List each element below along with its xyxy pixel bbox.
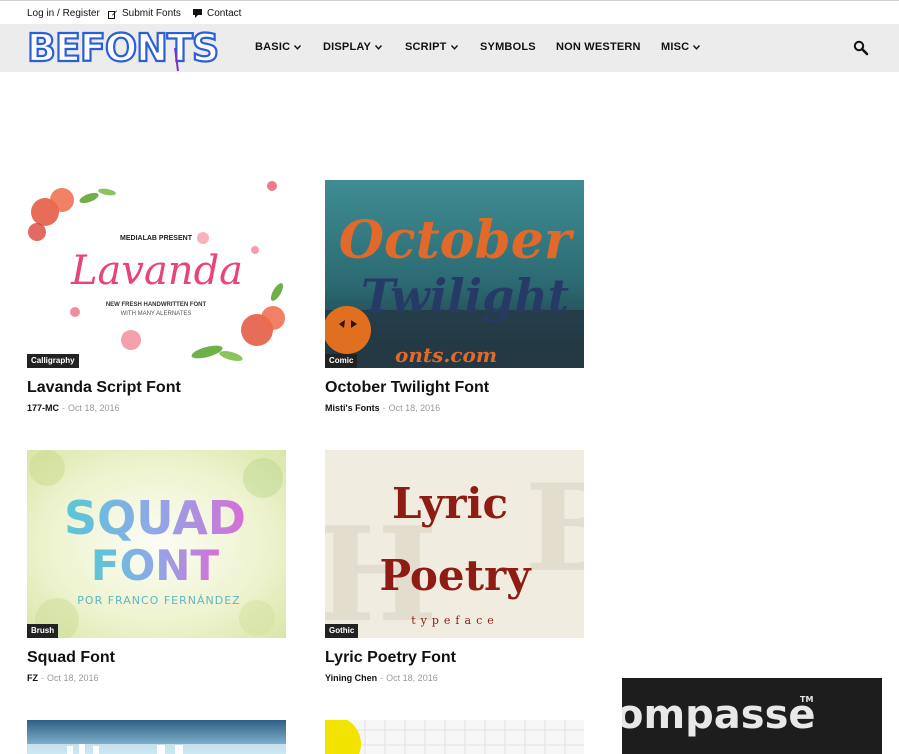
- grid-preview-image: [325, 720, 584, 754]
- login-register-link[interactable]: Log in / Register: [27, 8, 100, 19]
- preview-overline: MEDIALAB PRESENT: [120, 235, 193, 242]
- nav-script-label: SCRIPT: [405, 41, 447, 53]
- meta-separator: -: [382, 403, 386, 413]
- preview-byline: POR FRANCO FERNÁNDEZ: [77, 594, 240, 607]
- post-date: Oct 18, 2016: [386, 673, 438, 683]
- meta-separator: -: [62, 403, 66, 413]
- post-author[interactable]: Yining Chen: [325, 673, 377, 683]
- logo-text: BEFONTS: [27, 28, 218, 70]
- post-author[interactable]: FZ: [27, 673, 38, 683]
- login-register-label: Log in / Register: [27, 8, 100, 19]
- nav-display-label: DISPLAY: [323, 41, 372, 53]
- preview-word1: SQUAD: [64, 491, 246, 545]
- post-card: October Twilight onts.com Comic October …: [325, 180, 585, 420]
- ad-trademark: TM: [800, 695, 813, 704]
- chevron-down-icon: [693, 44, 701, 50]
- squad-preview-image: SQUAD FONT POR FRANCO FERNÁNDEZ: [27, 450, 286, 638]
- chevron-down-icon: [294, 44, 302, 50]
- top-bar: Log in / Register Submit Fonts Contact: [0, 0, 899, 24]
- befonts-logo: BEFONTS: [26, 25, 220, 72]
- post-title[interactable]: October Twilight Font: [325, 379, 489, 397]
- svg-text:B: B: [525, 458, 584, 599]
- meta-separator: -: [41, 673, 44, 683]
- post-thumbnail[interactable]: SQUAD FONT POR FRANCO FERNÁNDEZ Brush: [27, 450, 286, 638]
- post-meta: Yining Chen - Oct 18, 2016: [325, 673, 438, 683]
- preview-word2: Poetry: [379, 551, 532, 600]
- preview-line1: NEW FRESH HANDWRITTEN FONT: [106, 302, 207, 308]
- preview-word1: October: [339, 210, 575, 271]
- post-card: SQUAD FONT POR FRANCO FERNÁNDEZ Brush Sq…: [27, 450, 287, 690]
- post-author[interactable]: Misti's Fonts: [325, 403, 380, 413]
- lavanda-preview-image: MEDIALAB PRESENT Lavanda NEW FRESH HANDW…: [27, 180, 286, 368]
- lyric-poetry-preview-image: H B Lyric Poetry typeface: [325, 450, 584, 638]
- preview-word2: FONT: [91, 541, 220, 590]
- submit-fonts-link[interactable]: Submit Fonts: [108, 8, 181, 19]
- nav-non-western[interactable]: NON WESTERN: [556, 41, 641, 53]
- edit-icon: [108, 10, 117, 19]
- nav-non-western-label: NON WESTERN: [556, 41, 641, 53]
- category-badge[interactable]: Gothic: [325, 624, 359, 638]
- post-card: MEDIALAB PRESENT Lavanda NEW FRESH HANDW…: [27, 180, 287, 420]
- post-thumbnail[interactable]: H B Lyric Poetry typeface Gothic: [325, 450, 584, 638]
- preview-tag: typeface: [411, 614, 499, 627]
- main-navigation: BEFONTS BASIC DISPLAY SCRIPT SYMBOLS NON…: [0, 24, 899, 72]
- nav-symbols[interactable]: SYMBOLS: [480, 41, 536, 53]
- search-icon: [853, 40, 869, 56]
- post-author[interactable]: 177-MC: [27, 403, 59, 413]
- nav-symbols-label: SYMBOLS: [480, 41, 536, 53]
- category-badge[interactable]: Brush: [27, 624, 59, 638]
- sky-preview-image: [27, 720, 286, 754]
- comment-icon: [193, 8, 202, 18]
- category-badge[interactable]: Calligraphy: [27, 354, 79, 368]
- chevron-down-icon: [450, 44, 458, 50]
- meta-separator: -: [380, 673, 384, 683]
- category-badge[interactable]: Comic: [325, 354, 358, 368]
- nav-display[interactable]: DISPLAY: [323, 41, 383, 53]
- post-title[interactable]: Lavanda Script Font: [27, 379, 181, 397]
- search-button[interactable]: [853, 40, 869, 56]
- ad-text: ompasse: [622, 692, 816, 738]
- contact-link[interactable]: Contact: [193, 8, 241, 19]
- post-thumbnail-partial[interactable]: [325, 720, 584, 754]
- advertisement-banner[interactable]: ompasse TM: [622, 678, 882, 754]
- post-card: H B Lyric Poetry typeface Gothic Lyric P…: [325, 450, 585, 690]
- submit-fonts-label: Submit Fonts: [122, 8, 181, 19]
- post-meta: 177-MC - Oct 18, 2016: [27, 403, 120, 413]
- preview-word1: Lyric: [392, 479, 508, 528]
- post-title[interactable]: Lyric Poetry Font: [325, 649, 456, 667]
- post-title[interactable]: Squad Font: [27, 649, 115, 667]
- nav-misc[interactable]: MISC: [661, 41, 701, 53]
- preview-footer: onts.com: [395, 343, 497, 367]
- preview-word2: Twilight: [361, 269, 569, 323]
- post-date: Oct 18, 2016: [68, 403, 120, 413]
- october-twilight-preview-image: October Twilight onts.com: [325, 180, 584, 368]
- nav-basic[interactable]: BASIC: [255, 41, 302, 53]
- nav-script[interactable]: SCRIPT: [405, 41, 458, 53]
- preview-word: Lavanda: [70, 248, 243, 294]
- contact-label: Contact: [207, 8, 242, 19]
- nav-misc-label: MISC: [661, 41, 690, 53]
- post-thumbnail[interactable]: October Twilight onts.com Comic: [325, 180, 584, 368]
- post-thumbnail-partial[interactable]: [27, 720, 286, 754]
- ad-artwork: ompasse TM: [622, 692, 816, 738]
- chevron-down-icon: [375, 44, 383, 50]
- post-meta: FZ - Oct 18, 2016: [27, 673, 99, 683]
- preview-line2: WITH MANY ALERNATES: [121, 311, 192, 317]
- site-logo[interactable]: BEFONTS: [26, 25, 227, 72]
- nav-basic-label: BASIC: [255, 41, 291, 53]
- post-date: Oct 18, 2016: [47, 673, 99, 683]
- post-thumbnail[interactable]: MEDIALAB PRESENT Lavanda NEW FRESH HANDW…: [27, 180, 286, 368]
- post-date: Oct 18, 2016: [388, 403, 441, 413]
- post-meta: Misti's Fonts - Oct 18, 2016: [325, 403, 440, 413]
